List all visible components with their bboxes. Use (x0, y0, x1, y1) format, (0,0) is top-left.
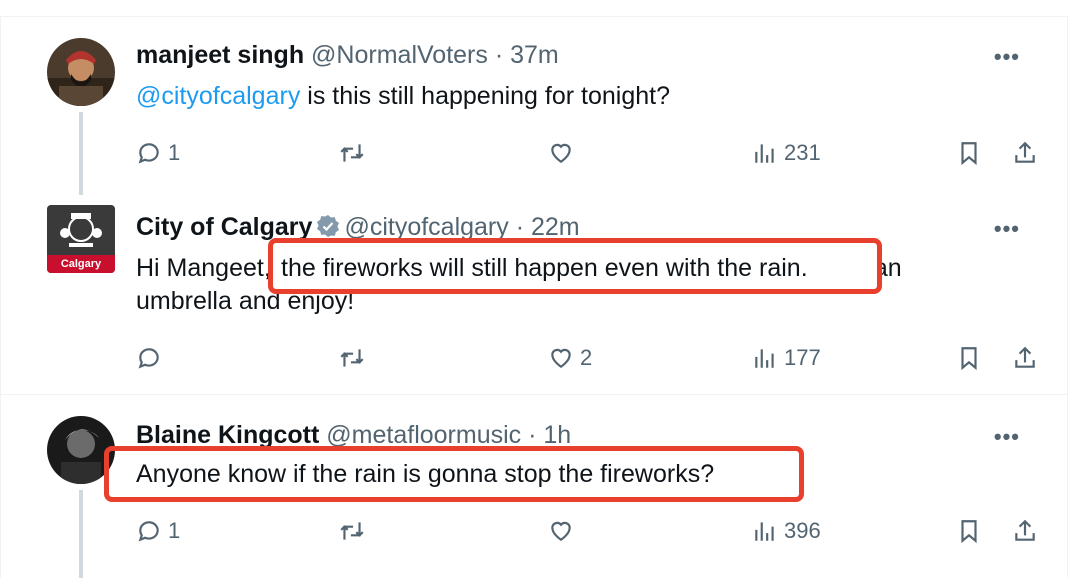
view-count: 231 (784, 140, 821, 165)
views-button[interactable]: 396 (752, 514, 821, 548)
avatar-label: Calgary (60, 258, 102, 270)
reply-button[interactable]: 1 (136, 514, 180, 548)
avatar[interactable] (47, 38, 115, 106)
timestamp[interactable]: 37m (510, 41, 559, 69)
action-bar: 2 177 (136, 341, 1035, 375)
retweet-icon (340, 144, 364, 162)
retweet-button[interactable] (338, 136, 372, 170)
share-button[interactable] (1012, 514, 1038, 548)
mention-link[interactable]: @cityofcalgary (136, 82, 300, 110)
avatar[interactable] (47, 416, 115, 484)
thread-line (79, 490, 83, 578)
previous-tweet-edge (0, 0, 1068, 17)
retweet-icon (340, 522, 364, 540)
tweet-manjeet-singh[interactable]: manjeet singh @NormalVoters · 37m ••• @c… (0, 18, 1068, 195)
reply-button[interactable]: 1 (136, 136, 180, 170)
reply-count: 1 (168, 518, 181, 543)
views-chart-icon (755, 144, 774, 163)
view-count: 396 (784, 518, 821, 543)
more-options-button[interactable]: ••• (994, 424, 1020, 450)
tweet-header: Blaine Kingcott @metafloormusic · 1h (136, 420, 571, 450)
views-button[interactable]: 177 (752, 341, 821, 375)
like-count: 2 (580, 345, 593, 370)
views-chart-icon (755, 522, 774, 541)
heart-icon (551, 348, 571, 368)
retweet-icon (340, 349, 364, 367)
more-options-button[interactable]: ••• (994, 44, 1020, 70)
display-name[interactable]: City of Calgary (136, 213, 312, 241)
handle[interactable]: @cityofcalgary (344, 213, 508, 241)
separator: · (494, 41, 504, 69)
reply-button[interactable] (136, 341, 168, 375)
bookmark-button[interactable] (956, 514, 982, 548)
share-button[interactable] (1012, 136, 1038, 170)
action-bar: 1 396 (136, 514, 1035, 548)
tweet-blaine-kingcott[interactable]: Blaine Kingcott @metafloormusic · 1h •••… (0, 396, 1068, 578)
bookmark-icon (961, 347, 977, 371)
heart-icon (551, 521, 571, 541)
tweet-city-of-calgary[interactable]: Calgary City of Calgary @cityofcalgary · … (0, 195, 1068, 395)
tweet-text: @cityofcalgary is this still happening f… (136, 80, 996, 113)
like-button[interactable]: 2 (548, 341, 592, 375)
bookmark-button[interactable] (956, 341, 982, 375)
views-button[interactable]: 231 (752, 136, 821, 170)
bookmark-icon (961, 142, 977, 166)
separator: · (528, 421, 537, 449)
tweet-text: Hi Mangeet, the fireworks will still hap… (136, 252, 976, 318)
timestamp[interactable]: 22m (531, 213, 580, 241)
reply-icon (138, 143, 159, 164)
thread-line (79, 112, 83, 195)
bookmark-button[interactable] (956, 136, 982, 170)
display-name[interactable]: Blaine Kingcott (136, 421, 319, 449)
verified-badge-icon (316, 214, 340, 245)
tweet-header: City of Calgary @cityofcalgary · 22m (136, 212, 580, 245)
view-count: 177 (784, 345, 821, 370)
more-options-button[interactable]: ••• (994, 216, 1020, 242)
views-chart-icon (755, 349, 774, 368)
tweet-text-body: is this still happening for tonight? (300, 82, 670, 110)
timestamp[interactable]: 1h (543, 421, 571, 449)
tweet-text-highlighted: the fireworks will still happen even wit… (277, 254, 805, 282)
tweet-text: Anyone know if the rain is gonna stop th… (136, 460, 715, 488)
separator: · (515, 213, 525, 241)
share-icon (1015, 141, 1035, 163)
bookmark-icon (961, 520, 977, 544)
tweet-text-part1: Hi Mangeet, (136, 254, 278, 282)
like-button[interactable] (548, 514, 580, 548)
retweet-button[interactable] (338, 341, 372, 375)
share-button[interactable] (1012, 341, 1038, 375)
heart-icon (551, 143, 571, 163)
tweet-header: manjeet singh @NormalVoters · 37m (136, 40, 559, 70)
reply-icon (138, 348, 159, 369)
display-name[interactable]: manjeet singh (136, 41, 304, 69)
reply-icon (138, 521, 159, 542)
share-icon (1015, 346, 1035, 368)
share-icon (1015, 519, 1035, 541)
like-button[interactable] (548, 136, 580, 170)
handle[interactable]: @metafloormusic (326, 421, 521, 449)
handle[interactable]: @NormalVoters (311, 41, 488, 69)
retweet-button[interactable] (338, 514, 372, 548)
reply-count: 1 (168, 140, 181, 165)
action-bar: 1 231 (136, 136, 1035, 170)
